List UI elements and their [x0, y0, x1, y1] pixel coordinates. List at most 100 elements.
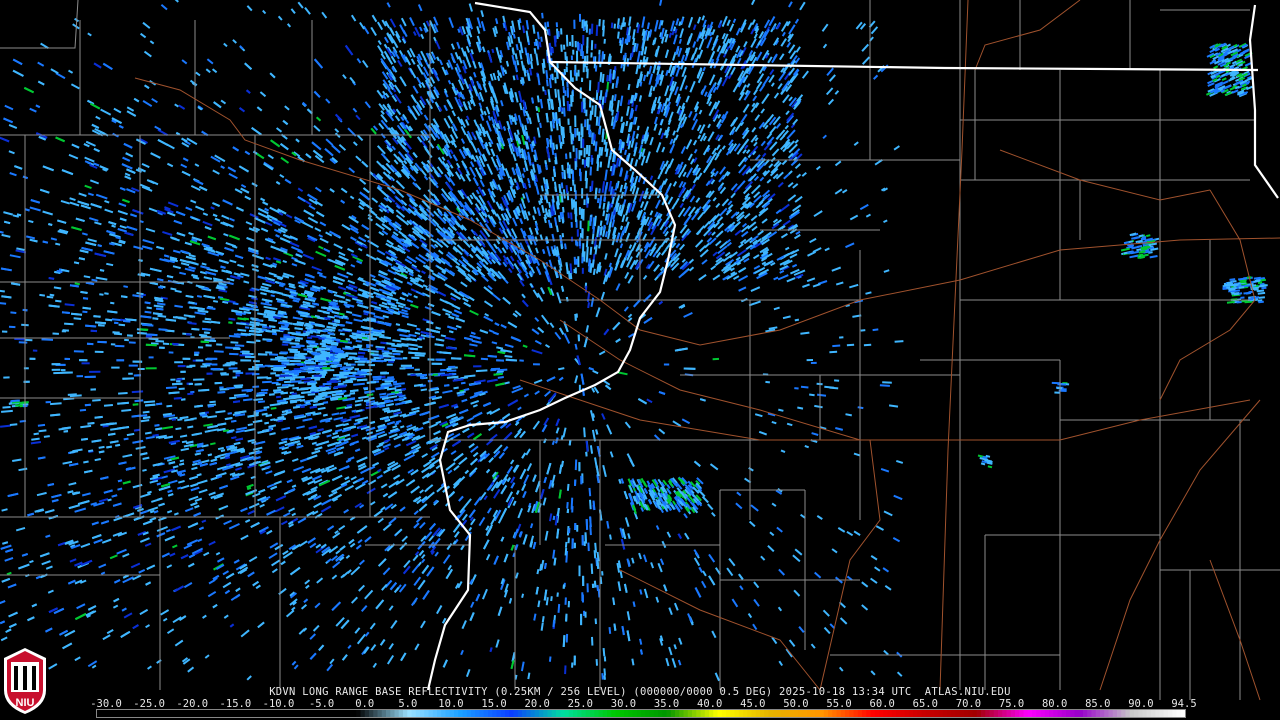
echo-pixel [414, 354, 425, 357]
echo-pixel [331, 144, 341, 154]
echo-pixel [55, 299, 62, 303]
echo-pixel [138, 259, 143, 262]
echo-pixel [468, 442, 475, 449]
echo-pixel [155, 427, 163, 431]
echo-pixel [45, 627, 53, 633]
echo-pixel [132, 403, 139, 406]
echo-pixel [296, 387, 309, 391]
echo-pixel [451, 440, 462, 447]
echo-pixel [146, 564, 156, 571]
echo-pixel [229, 623, 235, 628]
echo-pixel [445, 346, 456, 350]
echo-pixel [224, 417, 233, 421]
echo-pixel [312, 402, 324, 407]
echo-pixel [345, 379, 353, 382]
echo-pixel [140, 315, 152, 319]
echo-pixel [167, 493, 174, 497]
echo-pixel [235, 587, 241, 592]
echo-pixel [140, 509, 149, 515]
echo-pixel [487, 354, 497, 358]
echo-pixel [283, 251, 294, 257]
echo-pixel [135, 446, 146, 450]
echo-pixel [409, 347, 418, 351]
echo-pixel [168, 439, 180, 444]
echo-pixel [200, 335, 212, 339]
echo-pixel [460, 381, 466, 385]
echo-pixel [260, 440, 266, 444]
echo-pixel [548, 656, 552, 662]
echo-pixel [12, 58, 23, 66]
echo-pixel [165, 386, 177, 389]
echo-pixel [549, 322, 555, 329]
echo-pixel [453, 309, 463, 315]
echo-pixel [255, 584, 261, 590]
echo-pixel [64, 322, 74, 326]
echo-pixel [327, 315, 335, 319]
echo-pixel [331, 412, 340, 416]
echo-pixel [681, 258, 687, 263]
echo-pixel [469, 334, 481, 340]
echo-pixel [278, 284, 284, 288]
echo-pixel [53, 286, 62, 290]
echo-pixel [447, 115, 454, 124]
echo-pixel [421, 270, 426, 275]
echo-pixel [623, 306, 629, 312]
echo-pixel [311, 449, 321, 455]
echo-pixel [306, 108, 313, 115]
echo-pixel [139, 452, 148, 456]
echo-pixel [386, 654, 395, 665]
echo-pixel [369, 286, 380, 292]
echo-pixel [30, 441, 42, 445]
echo-pixel [373, 401, 379, 405]
echo-pixel [92, 399, 101, 402]
echo-pixel [8, 150, 15, 155]
echo-pixel [362, 187, 370, 194]
echo-pixel [353, 382, 365, 386]
echo-pixel [347, 279, 356, 285]
echo-pixel [102, 62, 113, 71]
echo-pixel [469, 394, 478, 399]
echo-pixel [382, 407, 390, 411]
echo-pixel [291, 512, 297, 517]
echo-pixel [244, 428, 256, 433]
echo-pixel [393, 382, 405, 386]
echo-pixel [540, 287, 545, 295]
echo-pixel [484, 313, 490, 317]
echo-pixel [486, 378, 498, 383]
echo-pixel [308, 425, 318, 430]
echo-pixel [189, 261, 199, 266]
echo-pixel [534, 317, 540, 322]
echo-pixel [421, 465, 431, 474]
echo-pixel [350, 596, 359, 604]
echo-pixel [314, 227, 322, 232]
echo-pixel [191, 327, 200, 331]
echo-pixel [167, 201, 179, 208]
echo-pixel [469, 516, 474, 522]
echo-pixel [257, 312, 267, 316]
echo-pixel [278, 327, 290, 331]
echo-pixel [18, 467, 28, 472]
echo-pixel [275, 234, 280, 238]
echo-pixel [344, 476, 350, 481]
echo-pixel [358, 236, 367, 243]
echo-pixel [273, 316, 281, 320]
echo-pixel [348, 538, 355, 545]
echo-pixel [543, 562, 547, 569]
echo-pixel [621, 625, 625, 636]
echo-pixel [469, 309, 479, 316]
echo-pixel [3, 211, 14, 216]
echo-pixel [74, 282, 80, 286]
echo-pixel [588, 487, 592, 497]
echo-pixel [500, 507, 508, 519]
echo-pixel [288, 285, 296, 289]
echo-pixel [37, 456, 46, 460]
echo-pixel [331, 310, 340, 315]
echo-pixel [502, 126, 507, 131]
echo-pixel [331, 392, 344, 397]
echo-pixel [259, 503, 265, 508]
echo-pixel [483, 315, 494, 322]
echo-pixel [522, 534, 528, 545]
echo-pixel [122, 574, 129, 579]
echo-pixel [132, 209, 144, 215]
echo-pixel [341, 223, 351, 231]
